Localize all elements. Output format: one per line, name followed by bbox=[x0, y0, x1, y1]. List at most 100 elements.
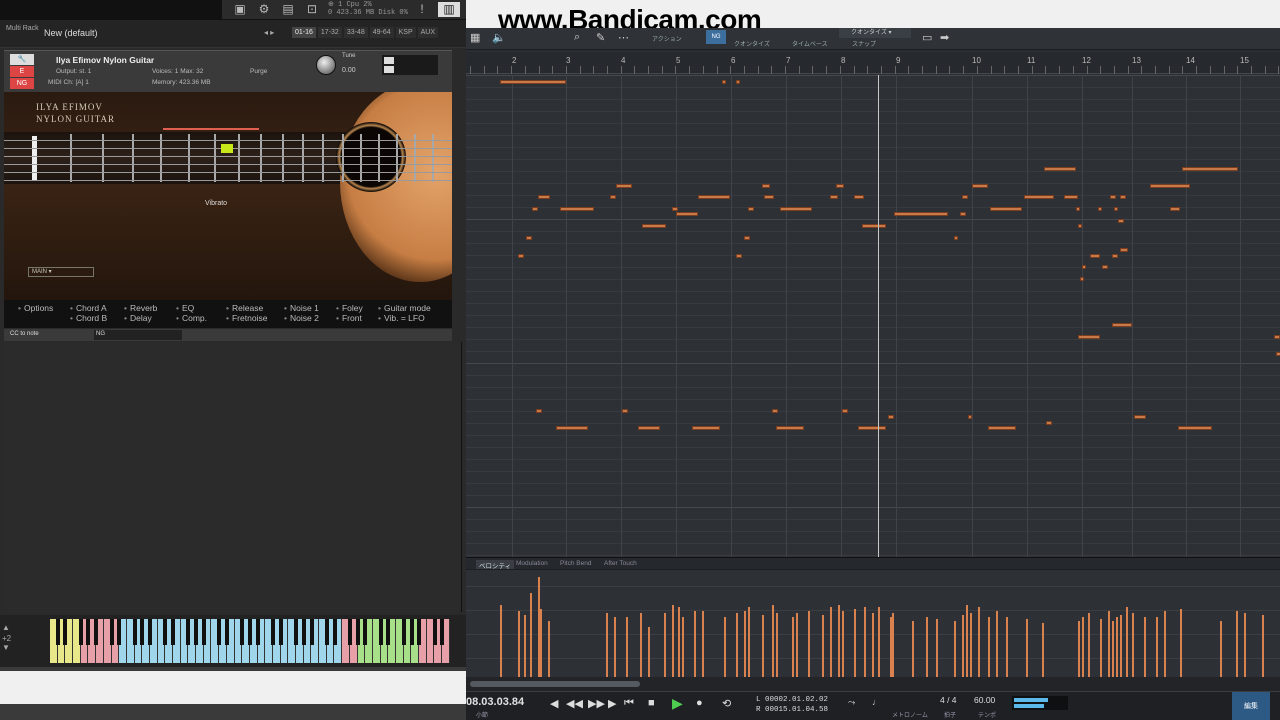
tune-knob[interactable] bbox=[316, 55, 336, 75]
speaker-icon[interactable]: 🔈 bbox=[492, 31, 506, 44]
velocity-bar[interactable] bbox=[796, 613, 798, 677]
midi-note[interactable] bbox=[1182, 167, 1238, 171]
piano-black-key[interactable] bbox=[301, 619, 306, 645]
midi-note[interactable] bbox=[1078, 335, 1100, 339]
octave-control[interactable]: ▲ +2 ▼ bbox=[2, 619, 34, 663]
return-to-zero-icon[interactable]: ⏮ bbox=[624, 697, 634, 710]
ng-badge[interactable]: NG bbox=[706, 30, 726, 44]
midi-note[interactable] bbox=[1118, 219, 1124, 223]
velocity-bar[interactable] bbox=[966, 605, 968, 677]
tab-options[interactable]: Options bbox=[18, 303, 53, 313]
midi-note[interactable] bbox=[610, 195, 616, 199]
velocity-bar[interactable] bbox=[936, 619, 938, 677]
midi-note[interactable] bbox=[538, 195, 550, 199]
timesig-value[interactable]: 4 / 4 bbox=[940, 695, 957, 705]
velocity-bar[interactable] bbox=[1006, 617, 1008, 677]
midi-note[interactable] bbox=[638, 426, 660, 430]
midi-note[interactable] bbox=[1080, 277, 1084, 281]
velocity-bar[interactable] bbox=[792, 617, 794, 677]
forward-icon[interactable]: ▶▶ bbox=[588, 697, 605, 710]
midi-note[interactable] bbox=[1110, 195, 1116, 199]
velocity-bar[interactable] bbox=[614, 617, 616, 677]
piano-black-key[interactable] bbox=[78, 619, 83, 645]
punch-icon[interactable]: ⤳ bbox=[848, 697, 855, 708]
velocity-bar[interactable] bbox=[548, 621, 550, 677]
midi-note[interactable] bbox=[1044, 167, 1076, 171]
warning-icon[interactable]: ! bbox=[414, 2, 430, 17]
piano-black-key[interactable] bbox=[109, 619, 114, 645]
velocity-bar[interactable] bbox=[678, 607, 680, 677]
velocity-bar[interactable] bbox=[1042, 623, 1044, 677]
midi-note[interactable] bbox=[1274, 335, 1280, 339]
ng-field[interactable]: NG bbox=[94, 330, 182, 340]
prev-marker-icon[interactable]: ◀ bbox=[550, 697, 558, 710]
velocity-bar[interactable] bbox=[1144, 617, 1146, 677]
midi-note[interactable] bbox=[968, 415, 972, 419]
velocity-bar[interactable] bbox=[1088, 613, 1090, 677]
midi-note[interactable] bbox=[1170, 207, 1180, 211]
velocity-bar[interactable] bbox=[1180, 609, 1182, 677]
page-tab[interactable]: 49-64 bbox=[369, 27, 394, 38]
velocity-bar[interactable] bbox=[954, 621, 956, 677]
velocity-bar[interactable] bbox=[970, 613, 972, 677]
velocity-bar[interactable] bbox=[1108, 611, 1110, 677]
midi-note[interactable] bbox=[698, 195, 730, 199]
tab-delay[interactable]: Delay bbox=[124, 313, 152, 323]
velocity-bar[interactable] bbox=[1120, 615, 1122, 677]
piano-black-key[interactable] bbox=[432, 619, 437, 645]
instrument-name[interactable]: Ilya Efimov Nylon Guitar bbox=[56, 55, 154, 65]
velocity-bar[interactable] bbox=[744, 611, 746, 677]
midi-note[interactable] bbox=[500, 80, 566, 84]
velocity-bar[interactable] bbox=[762, 615, 764, 677]
midi-note[interactable] bbox=[830, 195, 838, 199]
tab-comp[interactable]: Comp. bbox=[176, 313, 207, 323]
loop-icon[interactable]: ⟲ bbox=[722, 697, 731, 710]
midi-note[interactable] bbox=[776, 426, 804, 430]
velocity-bar[interactable] bbox=[830, 607, 832, 677]
midi-note[interactable] bbox=[1150, 184, 1190, 188]
velocity-bar[interactable] bbox=[872, 613, 874, 677]
piano-black-key[interactable] bbox=[132, 619, 137, 645]
midi-note[interactable] bbox=[1134, 415, 1146, 419]
piano-black-key[interactable] bbox=[63, 619, 68, 645]
midi-note[interactable] bbox=[954, 236, 958, 240]
pencil-icon[interactable]: ✎ bbox=[596, 31, 605, 44]
midi-note[interactable] bbox=[1120, 195, 1126, 199]
velocity-bar[interactable] bbox=[842, 611, 844, 677]
velocity-bar[interactable] bbox=[854, 609, 856, 677]
velocity-bar[interactable] bbox=[724, 617, 726, 677]
midi-note[interactable] bbox=[858, 426, 886, 430]
midi-note[interactable] bbox=[744, 236, 750, 240]
rewind-icon[interactable]: ◀◀ bbox=[566, 697, 583, 710]
play-icon[interactable]: ▶ bbox=[672, 695, 683, 712]
velocity-bar[interactable] bbox=[1100, 619, 1102, 677]
midi-note[interactable] bbox=[560, 207, 594, 211]
midi-note[interactable] bbox=[1090, 254, 1100, 258]
piano-black-key[interactable] bbox=[309, 619, 314, 645]
action-label[interactable]: アクション bbox=[652, 34, 682, 43]
tab-reverb[interactable]: Reverb bbox=[124, 303, 157, 313]
editor-icon[interactable]: ▦ bbox=[470, 31, 480, 44]
midi-note[interactable] bbox=[780, 207, 812, 211]
main-select[interactable]: MAIN ▾ bbox=[28, 267, 94, 277]
velocity-bar[interactable] bbox=[648, 627, 650, 677]
velocity-bar[interactable] bbox=[1126, 607, 1128, 677]
midi-note[interactable] bbox=[1078, 224, 1082, 228]
velocity-bar[interactable] bbox=[672, 605, 674, 677]
page-tab[interactable]: KSP bbox=[395, 27, 416, 38]
midi-note[interactable] bbox=[616, 184, 632, 188]
midi-note[interactable] bbox=[692, 426, 720, 430]
velocity-bar[interactable] bbox=[912, 621, 914, 677]
piano-black-key[interactable] bbox=[417, 619, 422, 645]
minus-icon[interactable]: ▭ bbox=[922, 31, 932, 44]
tab-noise-2[interactable]: Noise 2 bbox=[284, 313, 319, 323]
piano-black-key[interactable] bbox=[194, 619, 199, 645]
velocity-bar[interactable] bbox=[1082, 617, 1084, 677]
midi-note[interactable] bbox=[722, 80, 726, 84]
timeline-ruler[interactable]: 2 3 4 5 6 7 8 9 10 11 12 13 14 15 bbox=[466, 52, 1280, 74]
piano-black-key[interactable] bbox=[163, 619, 168, 645]
piano-black-key[interactable] bbox=[255, 619, 260, 645]
midi-note[interactable] bbox=[672, 207, 678, 211]
midi-note[interactable] bbox=[536, 409, 542, 413]
velocity-bar[interactable] bbox=[1116, 617, 1118, 677]
